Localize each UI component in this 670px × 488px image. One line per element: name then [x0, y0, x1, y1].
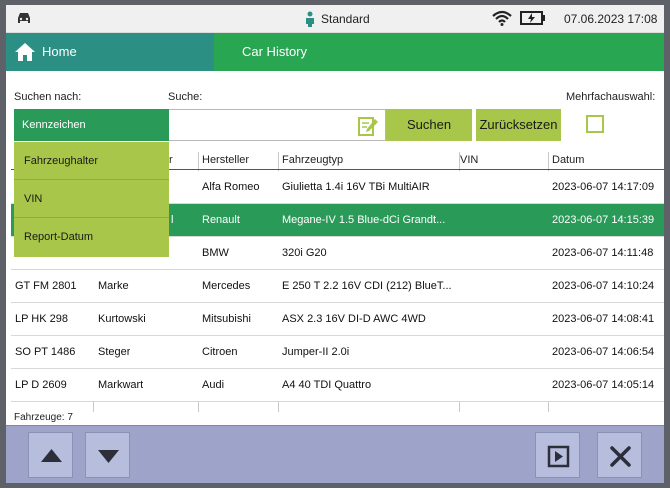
tab-home-label: Home [42, 44, 77, 59]
cell-plate: SO PT 1486 [15, 346, 76, 358]
cell-owner: Steger [98, 346, 131, 358]
tab-home[interactable]: Home [6, 33, 214, 71]
option-fahrzeughalter[interactable]: Fahrzeughalter [14, 142, 169, 180]
tab-bar: Home Car History [6, 33, 664, 71]
cell-make: Mitsubishi [202, 313, 251, 325]
search-by-options: Fahrzeughalter VIN Report-Datum [14, 142, 169, 257]
close-icon [610, 446, 631, 467]
cell-date: 2023-06-07 14:11:48 [552, 247, 654, 259]
cell-owner: Markwart [98, 379, 144, 391]
header-date[interactable]: Datum [552, 154, 584, 166]
cell-type: Giulietta 1.4i 16V TBi MultiAIR [282, 181, 430, 193]
cell-make: Citroen [202, 346, 238, 358]
cell-owner: Marke [98, 280, 129, 292]
tab-car-history-label: Car History [242, 44, 308, 59]
header-type[interactable]: Fahrzeugtyp [282, 154, 343, 166]
scroll-up-button[interactable] [28, 432, 73, 478]
cell-type: ASX 2.3 16V DI-D AWC 4WD [282, 313, 426, 325]
table-row[interactable]: GT FM 2801 Marke Mercedes E 250 T 2.2 16… [11, 270, 664, 303]
datetime: 07.06.2023 17:08 [564, 12, 658, 26]
mode-label: Standard [321, 12, 370, 26]
footer-toolbar [6, 425, 664, 483]
cell-date: 2023-06-07 14:06:54 [552, 346, 655, 358]
table-row[interactable]: SO PT 1486 Steger Citroen Jumper-II 2.0i… [11, 336, 664, 369]
header-owner-fragment: r [169, 154, 173, 166]
cell-make: BMW [202, 247, 229, 259]
cell-plate: LP D 2609 [15, 379, 67, 391]
header-make[interactable]: Hersteller [202, 154, 249, 166]
search-by-label: Suchen nach: [14, 91, 82, 103]
table-row[interactable]: LP D 2609 Markwart Audi A4 40 TDI Quattr… [11, 369, 664, 402]
vehicle-count: Fahrzeuge: 7 [14, 412, 73, 423]
cell-make: Renault [202, 214, 240, 226]
tab-car-history[interactable]: Car History [214, 33, 664, 71]
edit-icon[interactable] [357, 115, 379, 137]
scroll-down-button[interactable] [85, 432, 130, 478]
search-button[interactable]: Suchen [386, 109, 472, 141]
cell-type: E 250 T 2.2 16V CDI (212) BlueT... [282, 280, 452, 292]
cell-date: 2023-06-07 14:17:09 [552, 181, 655, 193]
battery-icon [520, 11, 545, 25]
option-vin[interactable]: VIN [14, 180, 169, 218]
cell-type: 320i G20 [282, 247, 327, 259]
header-vin[interactable]: VIN [460, 154, 478, 166]
home-icon [15, 43, 35, 61]
cell-date: 2023-06-07 14:10:24 [552, 280, 655, 292]
cell-type: Megane-IV 1.5 Blue-dCi Grandt... [282, 214, 446, 226]
search-input[interactable] [168, 109, 386, 141]
search-by-select[interactable]: Kennzeichen [14, 109, 169, 141]
reset-button[interactable]: Zurücksetzen [476, 109, 561, 141]
cell-date: 2023-06-07 14:08:41 [552, 313, 655, 325]
multi-select-label: Mehrfachauswahl: [566, 91, 656, 103]
cell-owner: l [171, 214, 174, 226]
cell-plate: GT FM 2801 [15, 280, 77, 292]
car-icon [18, 13, 30, 23]
down-arrow-icon [98, 450, 119, 463]
open-report-button[interactable] [535, 432, 580, 478]
close-button[interactable] [597, 432, 642, 478]
wifi-icon [492, 10, 512, 26]
status-bar: Standard 07.06.2023 17:08 [6, 5, 664, 33]
cell-make: Audi [202, 379, 225, 391]
cell-type: A4 40 TDI Quattro [282, 379, 372, 391]
cell-type: Jumper-II 2.0i [282, 346, 350, 358]
cell-date: 2023-06-07 14:15:39 [552, 214, 655, 226]
cell-date: 2023-06-07 14:05:14 [552, 379, 655, 391]
option-report-datum[interactable]: Report-Datum [14, 218, 169, 256]
cell-plate: LP HK 298 [15, 313, 69, 325]
up-arrow-icon [41, 449, 62, 462]
search-label: Suche: [168, 91, 203, 103]
multi-select-checkbox[interactable] [586, 115, 604, 133]
device-frame: Standard 07.06.2023 17:08 Home Car Histo… [0, 0, 670, 488]
cell-make: Mercedes [202, 280, 251, 292]
cell-owner: Kurtowski [98, 313, 146, 325]
play-icon [547, 445, 570, 468]
cell-make: Alfa Romeo [202, 181, 260, 193]
table-row[interactable]: LP HK 298 Kurtowski Mitsubishi ASX 2.3 1… [11, 303, 664, 336]
user-icon [306, 11, 314, 27]
screen: Standard 07.06.2023 17:08 Home Car Histo… [6, 5, 664, 483]
